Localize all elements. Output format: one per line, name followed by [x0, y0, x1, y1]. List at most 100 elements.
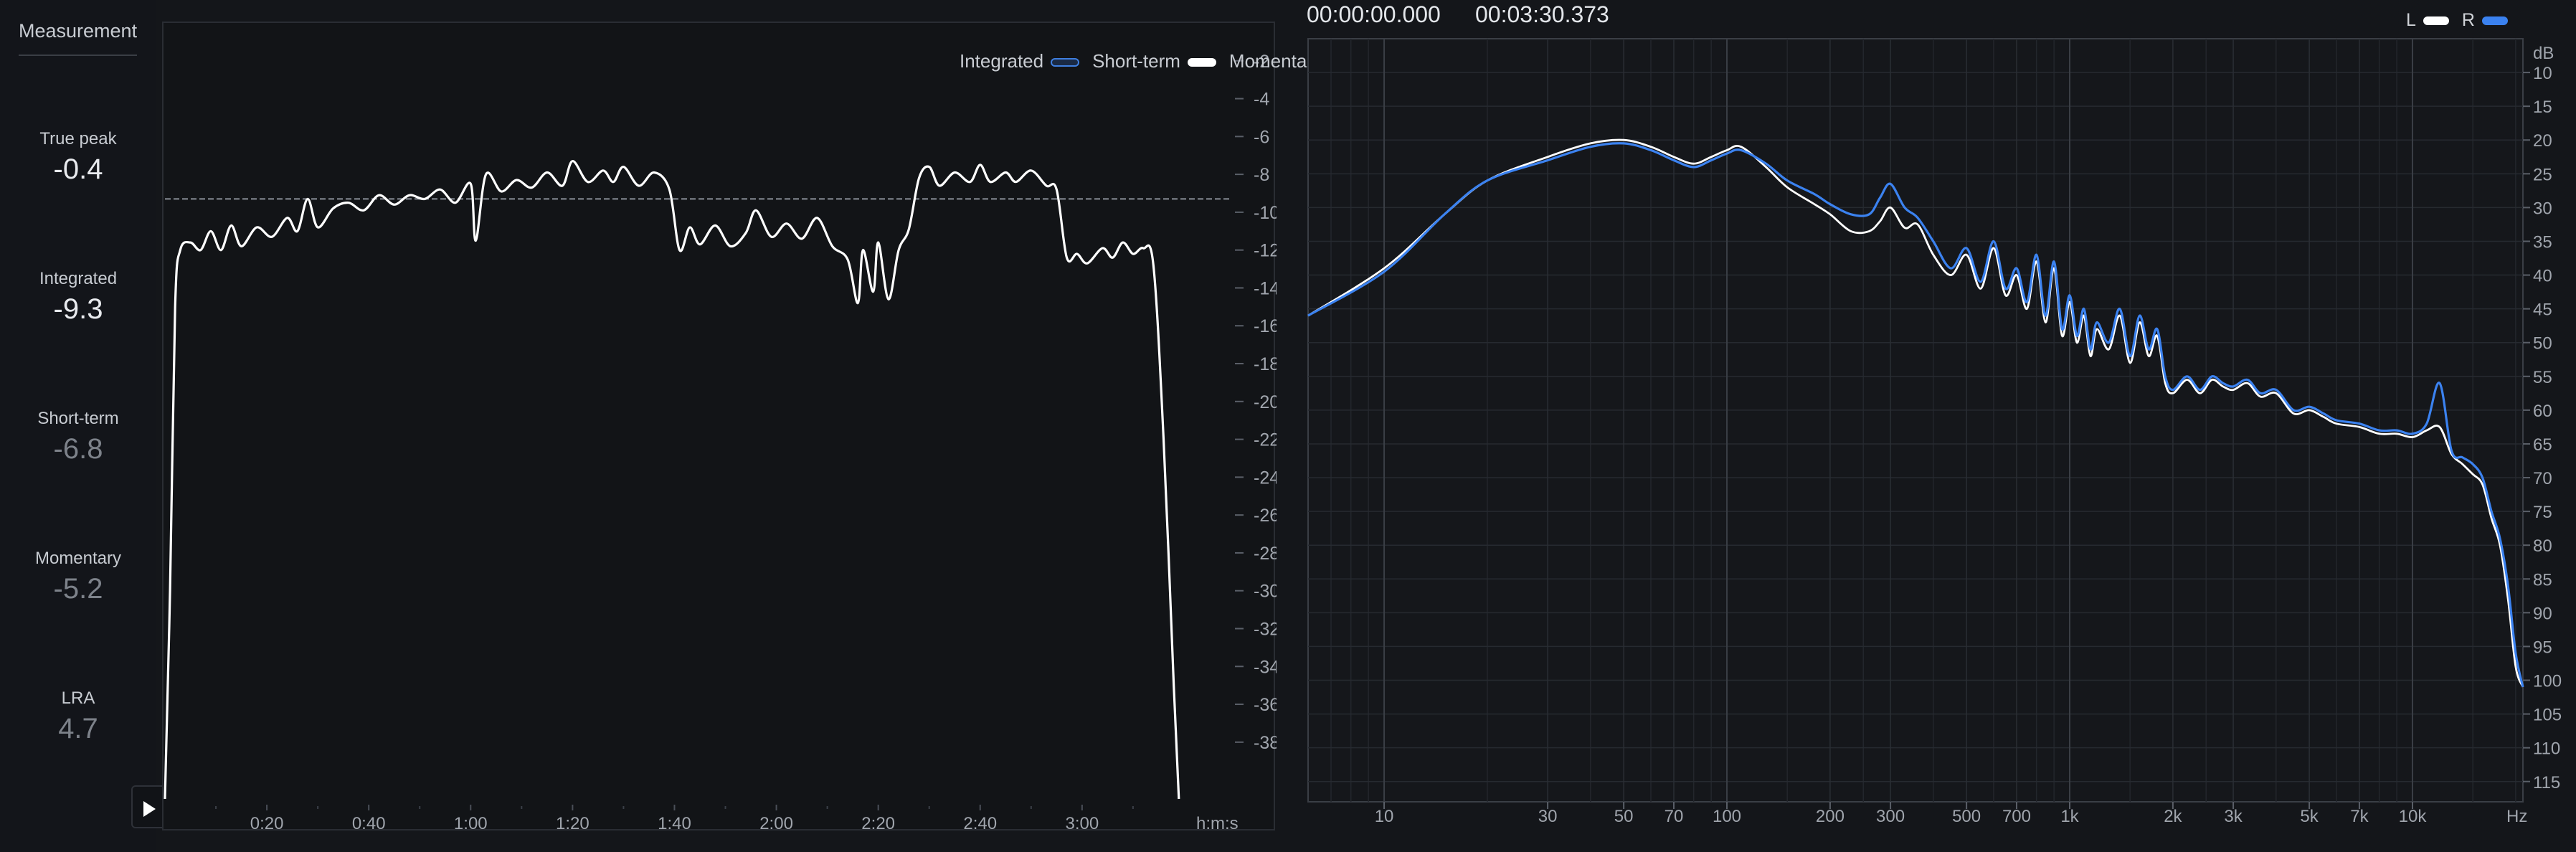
y-tick-label: -12	[1254, 241, 1277, 261]
y-tick-label: -20	[1254, 392, 1277, 412]
x-tick-label: 70	[1665, 807, 1684, 826]
x-tick-label: 3:00	[1065, 814, 1099, 832]
x-tick-label: 2:20	[861, 814, 895, 832]
y-tick-label: 20	[2533, 131, 2552, 151]
y-tick-label: -32	[1254, 619, 1277, 639]
x-tick-label: 1:40	[658, 814, 691, 832]
x-tick-label: 7k	[2350, 807, 2369, 826]
metric-value: -0.4	[53, 153, 103, 185]
short-term-line	[164, 160, 1180, 800]
legend-l-label: L	[2406, 10, 2416, 30]
loudness-chart: -2-4-6-8-10-12-14-16-18-20-22-24-26-28-3…	[164, 52, 1277, 832]
x-tick-label: 5k	[2300, 807, 2319, 826]
y-tick-label: -16	[1254, 316, 1277, 336]
y-axis-unit-label: dB	[2533, 44, 2554, 63]
metric-label: Integrated	[39, 269, 118, 288]
x-tick-label: 100	[1713, 807, 1741, 826]
y-tick-label: -22	[1254, 430, 1277, 450]
measurement-sidebar: Measurement True peak -0.4 Integrated -9…	[0, 0, 156, 852]
y-tick-label: 30	[2533, 199, 2552, 218]
y-tick-label: 10	[2533, 64, 2552, 83]
spectrum-plot-area	[1307, 38, 2524, 803]
metric-value: -9.3	[53, 293, 103, 325]
legend-short-term-label: Short-term	[1092, 50, 1180, 72]
metric-momentary: Momentary -5.2	[0, 549, 156, 605]
y-tick-label: 15	[2533, 98, 2552, 117]
legend-momentary-label: Momentary	[1228, 50, 1322, 72]
x-tick-label: 10k	[2399, 807, 2428, 826]
metric-label: LRA	[61, 688, 95, 708]
y-tick-label: -24	[1254, 468, 1277, 488]
y-tick-label: -38	[1254, 733, 1277, 753]
legend-integrated-swatch	[1051, 58, 1080, 67]
y-tick-label: -26	[1254, 506, 1277, 526]
x-tick-label: 30	[1538, 807, 1558, 826]
x-axis-unit-label: Hz	[2506, 807, 2527, 826]
metric-integrated: Integrated -9.3	[0, 269, 156, 326]
x-tick-label: 2:40	[963, 814, 997, 832]
play-button[interactable]	[131, 785, 164, 828]
y-tick-label: 45	[2533, 300, 2552, 320]
metric-value: -6.8	[53, 433, 103, 465]
metric-true-peak: True peak -0.4	[0, 129, 156, 186]
y-tick-label: -14	[1254, 278, 1277, 298]
y-tick-label: 110	[2533, 739, 2560, 759]
sidebar-title: Measurement	[19, 20, 137, 56]
y-tick-label: 70	[2533, 469, 2552, 488]
legend-momentary-swatch	[1329, 58, 1358, 67]
legend-r-label: R	[2461, 10, 2475, 30]
spectrum-right-channel-line	[1307, 142, 2524, 688]
selection-end-time[interactable]: 00:03:30.373	[1475, 1, 1609, 28]
y-tick-label: 105	[2533, 706, 2562, 725]
y-tick-label: 40	[2533, 267, 2552, 286]
y-tick-label: 25	[2533, 165, 2552, 184]
y-tick-label: -6	[1254, 127, 1269, 147]
x-tick-label: 500	[1952, 807, 1981, 826]
y-tick-label: 95	[2533, 638, 2552, 657]
loudness-legend: Integrated Short-term Momentary	[960, 50, 1371, 72]
x-tick-label: 2k	[2164, 807, 2182, 826]
x-tick-label: 0:40	[352, 814, 386, 832]
x-tick-label: 300	[1876, 807, 1905, 826]
legend-r-swatch	[2481, 16, 2508, 26]
x-tick-label: 700	[2002, 807, 2031, 826]
y-tick-label: -34	[1254, 657, 1277, 677]
y-tick-label: -8	[1254, 165, 1269, 185]
x-tick-label: 200	[1816, 807, 1845, 826]
x-tick-label: 10	[1375, 807, 1394, 826]
legend-l-swatch	[2423, 16, 2449, 26]
y-tick-label: 55	[2533, 368, 2552, 387]
y-tick-label: 60	[2533, 402, 2552, 421]
x-tick-label: 3k	[2224, 807, 2243, 826]
legend-integrated-label: Integrated	[960, 50, 1044, 72]
metric-lra: LRA 4.7	[0, 688, 156, 745]
y-tick-label: 50	[2533, 334, 2552, 354]
metric-label: True peak	[39, 129, 117, 148]
metric-value: 4.7	[58, 713, 98, 744]
metric-label: Momentary	[34, 549, 122, 568]
y-tick-label: -36	[1254, 695, 1277, 715]
play-icon	[143, 801, 156, 817]
loudness-history-panel[interactable]: -2 -4 -6 -8 -10 -12 -14 -16 -18 -20 -22 -24 -26 -28 -3…	[162, 22, 1358, 832]
x-axis-label: h:m:s	[1196, 814, 1239, 832]
x-tick-label: 1:20	[556, 814, 589, 832]
metric-label: Short-term	[37, 409, 119, 428]
y-tick-label: 85	[2533, 570, 2552, 590]
y-tick-label: 75	[2533, 503, 2552, 522]
y-tick-label: -4	[1254, 90, 1269, 110]
y-tick-label: 115	[2533, 773, 2560, 792]
x-tick-label: 1:00	[454, 814, 488, 832]
x-tick-label: 0:20	[250, 814, 284, 832]
y-tick-label: 90	[2533, 604, 2552, 623]
x-tick-label: 2:00	[759, 814, 793, 832]
selection-start-time[interactable]: 00:00:00.000	[1307, 1, 1441, 28]
metric-short-term: Short-term -6.8	[0, 409, 156, 465]
spectrum-left-channel-line	[1307, 138, 2524, 688]
y-tick-label: -30	[1254, 582, 1277, 602]
y-tick-label: -18	[1254, 354, 1277, 374]
x-tick-label: 1k	[2060, 807, 2079, 826]
y-tick-label: 65	[2533, 435, 2552, 455]
channel-legend: LR	[2406, 10, 2508, 32]
x-tick-label: 50	[1614, 807, 1634, 826]
y-tick-label: 80	[2533, 536, 2552, 556]
